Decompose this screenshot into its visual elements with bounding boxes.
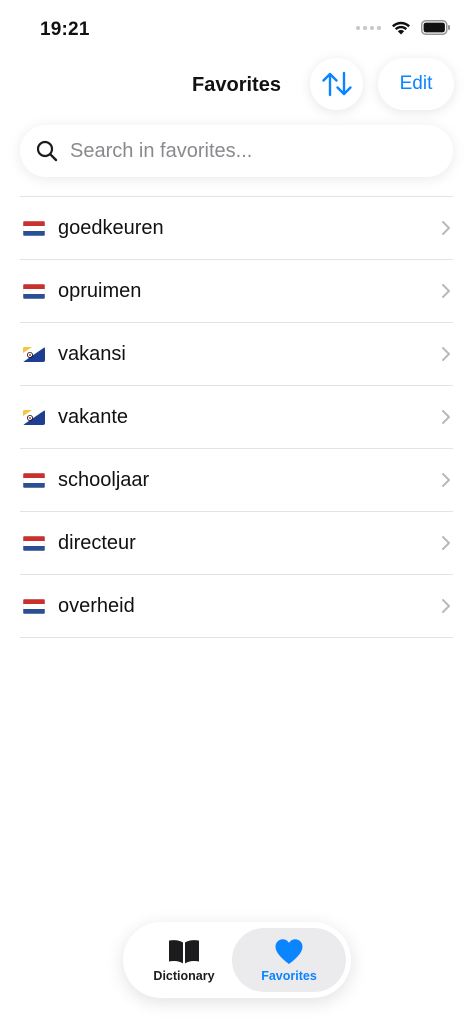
edit-button[interactable]: Edit: [378, 58, 454, 110]
tab-dictionary[interactable]: Dictionary: [131, 928, 237, 992]
list-item-label: vakansi: [58, 342, 126, 365]
battery-icon: [421, 20, 450, 35]
list-item[interactable]: vakante: [20, 386, 453, 449]
chevron-right-icon: [441, 535, 451, 551]
book-icon: [167, 937, 201, 965]
chevron-right-icon: [441, 283, 451, 299]
chevron-right-icon: [441, 409, 451, 425]
tab-label: Favorites: [261, 969, 317, 983]
list-item[interactable]: goedkeuren: [20, 197, 453, 260]
status-indicators: [356, 20, 451, 35]
list-item-label: goedkeuren: [58, 216, 164, 239]
bonaire-flag-icon: [23, 346, 45, 362]
list-item-label: opruimen: [58, 279, 142, 302]
search-input[interactable]: [68, 138, 432, 164]
chevron-right-icon: [441, 220, 451, 236]
list-item-label: overheid: [58, 594, 135, 617]
sort-button[interactable]: [310, 58, 363, 110]
chevron-right-icon: [441, 472, 451, 488]
favorites-list: goedkeuren opruimen vakansi vakante schoolja…: [20, 196, 453, 638]
list-item[interactable]: schooljaar: [20, 449, 453, 512]
tab-favorites[interactable]: Favorites: [232, 928, 346, 992]
heart-icon: [272, 937, 306, 965]
navigation-header: Favorites Edit: [0, 56, 473, 116]
list-item[interactable]: vakansi: [20, 323, 453, 386]
list-item[interactable]: opruimen: [20, 260, 453, 323]
tab-bar: Dictionary Favorites: [123, 922, 351, 998]
bonaire-flag-icon: [23, 409, 45, 425]
list-item-label: vakante: [58, 405, 129, 428]
netherlands-flag-icon: [23, 535, 45, 551]
search-icon: [36, 140, 58, 162]
netherlands-flag-icon: [23, 472, 45, 488]
wifi-icon: [392, 21, 410, 35]
netherlands-flag-icon: [23, 220, 45, 236]
status-time: 19:21: [40, 19, 90, 40]
list-item-label: directeur: [58, 531, 136, 554]
status-bar: 19:21: [0, 0, 473, 56]
cellular-signal-icon: [356, 25, 381, 30]
netherlands-flag-icon: [23, 283, 45, 299]
list-item[interactable]: directeur: [20, 512, 453, 575]
sort-arrows-icon: [321, 71, 352, 97]
chevron-right-icon: [441, 346, 451, 362]
list-item-label: schooljaar: [58, 468, 150, 491]
tab-label: Dictionary: [153, 969, 215, 983]
netherlands-flag-icon: [23, 598, 45, 614]
search-bar[interactable]: [20, 125, 453, 177]
chevron-right-icon: [441, 598, 451, 614]
list-item[interactable]: overheid: [20, 575, 453, 638]
